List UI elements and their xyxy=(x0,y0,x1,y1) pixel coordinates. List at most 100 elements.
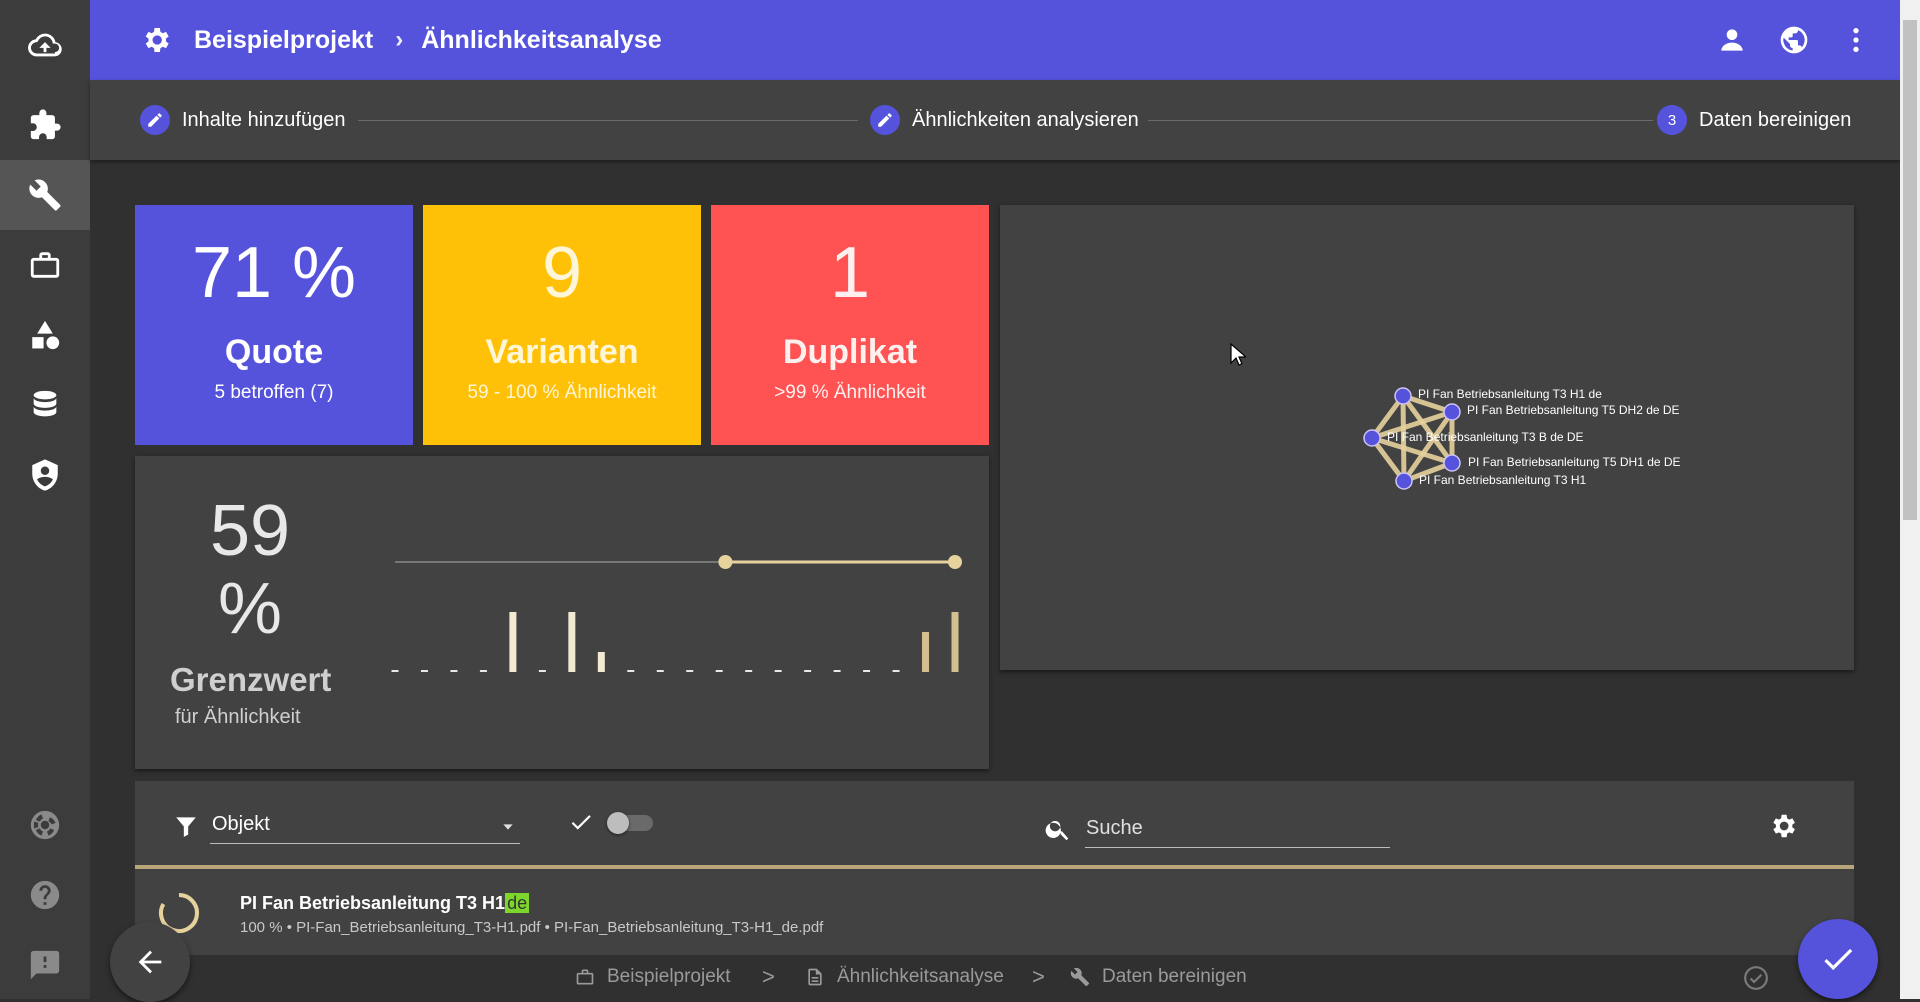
lifebuoy-icon xyxy=(30,810,60,840)
histogram-bar xyxy=(597,652,605,672)
toggle-knob xyxy=(607,812,629,834)
briefcase-icon xyxy=(576,969,594,985)
back-button[interactable] xyxy=(110,922,190,1002)
kpi-duplicates-tile[interactable]: 1 Duplikat >99 % Ähnlichkeit xyxy=(711,205,989,445)
slider-handle-max[interactable] xyxy=(948,555,962,569)
globe-icon[interactable] xyxy=(1778,24,1810,56)
sidebar-item-help[interactable] xyxy=(0,860,90,930)
histogram-bar xyxy=(656,670,664,672)
footer-crumb-separator: > xyxy=(762,964,775,989)
footer-crumb-label: Ähnlichkeitsanalyse xyxy=(837,966,1004,987)
step-add-content[interactable]: Inhalte hinzufügen xyxy=(140,80,345,160)
approved-toggle[interactable] xyxy=(607,812,653,834)
graph-node[interactable] xyxy=(1394,387,1412,405)
cloud-upload-logo-button[interactable] xyxy=(0,10,90,80)
wrench-icon xyxy=(29,179,61,211)
slider-handle-min[interactable] xyxy=(718,555,733,569)
briefcase-icon xyxy=(30,252,60,278)
graph-node-label: PI Fan Betriebsanleitung T5 DH2 de DE xyxy=(1467,403,1680,417)
footer-crumb-separator: > xyxy=(1032,964,1045,989)
list-toolbar: Objekt Suche xyxy=(135,781,1854,869)
step-clean-data[interactable]: 3 Daten bereinigen xyxy=(1657,80,1851,160)
histogram-bar xyxy=(686,670,694,672)
graph-node-label: PI Fan Betriebsanleitung T3 H1 de xyxy=(1418,387,1602,401)
footer-breadcrumb-bar: Beispielprojekt > Ähnlichkeitsanalyse > … xyxy=(90,955,1900,999)
threshold-slider-histogram[interactable] xyxy=(375,526,975,686)
graph-node-label: PI Fan Betriebsanleitung T3 B de DE xyxy=(1387,430,1584,444)
search-input[interactable]: Suche xyxy=(1085,813,1390,848)
step-analyze[interactable]: Ähnlichkeiten analysieren xyxy=(870,80,1139,160)
footer-crumb-label: Beispielprojekt xyxy=(607,966,731,987)
threshold-label: Grenzwert xyxy=(170,661,332,698)
breadcrumb-separator: › xyxy=(395,26,404,53)
threshold-sub: für Ähnlichkeit xyxy=(175,706,301,728)
stepper: Inhalte hinzufügen Ähnlichkeiten analysi… xyxy=(90,80,1900,160)
database-icon xyxy=(33,390,57,417)
kpi-label: Duplikat xyxy=(782,333,918,371)
histogram-bar xyxy=(479,670,487,672)
similarity-graph[interactable]: PI Fan Betriebsanleitung T3 H1 de PI Fan … xyxy=(1000,205,1854,670)
step-label: Ähnlichkeiten analysieren xyxy=(912,108,1139,131)
kpi-sub: 59 - 100 % Ähnlichkeit xyxy=(467,382,657,403)
document-icon xyxy=(808,968,822,986)
similarity-graph-card[interactable]: PI Fan Betriebsanleitung T3 H1 de PI Fan … xyxy=(1000,205,1854,670)
footer-crumb-analysis[interactable]: Ähnlichkeitsanalyse xyxy=(805,955,1004,999)
histogram-bar xyxy=(892,670,900,672)
list-settings-gear-icon[interactable] xyxy=(1768,811,1798,841)
help-icon xyxy=(30,880,60,910)
kpi-value: 71 % xyxy=(191,233,357,313)
arrow-left-icon xyxy=(138,950,162,974)
user-icon[interactable] xyxy=(1716,24,1748,56)
kpi-sub: 5 betroffen (7) xyxy=(214,382,334,403)
item-title-text: PI Fan Betriebsanleitung T3 H1 xyxy=(240,893,506,913)
graph-node[interactable] xyxy=(1443,454,1461,472)
sidebar-item-security[interactable] xyxy=(0,440,90,510)
step-label: Inhalte hinzufügen xyxy=(182,108,346,131)
step-number: 3 xyxy=(1657,105,1687,135)
sidebar-item-database[interactable] xyxy=(0,370,90,440)
sidebar xyxy=(0,0,90,999)
footer-crumb-project[interactable]: Beispielprojekt xyxy=(575,955,731,999)
sidebar-item-projects[interactable] xyxy=(0,230,90,300)
step-label: Daten bereinigen xyxy=(1699,108,1852,131)
histogram-bar xyxy=(951,612,959,672)
histogram-bar xyxy=(922,632,930,672)
sidebar-item-shapes[interactable] xyxy=(0,300,90,370)
histogram-bar xyxy=(774,670,782,672)
object-filter-select[interactable]: Objekt xyxy=(210,809,520,844)
kpi-label: Varianten xyxy=(485,333,639,371)
edit-icon xyxy=(140,105,170,135)
breadcrumb-project[interactable]: Beispielprojekt xyxy=(194,26,373,55)
graph-node[interactable] xyxy=(1363,429,1381,447)
sidebar-item-tools[interactable] xyxy=(0,160,90,230)
shapes-icon xyxy=(32,320,60,350)
mouse-cursor-icon xyxy=(1230,343,1246,366)
graph-node[interactable] xyxy=(1443,403,1461,421)
more-vertical-icon[interactable] xyxy=(1840,24,1872,56)
shield-user-icon xyxy=(32,459,58,491)
search-placeholder: Suche xyxy=(1086,817,1143,839)
sidebar-item-support[interactable] xyxy=(0,790,90,860)
app-header: Beispielprojekt › Ähnlichkeitsanalyse xyxy=(90,0,1900,80)
page-scrollbar[interactable] xyxy=(1900,0,1920,999)
kpi-variants-tile[interactable]: 9 Varianten 59 - 100 % Ähnlichkeit xyxy=(423,205,701,445)
item-title-highlight: de xyxy=(505,893,530,913)
feedback-icon xyxy=(30,950,60,980)
graph-node[interactable] xyxy=(1395,472,1413,490)
dropdown-arrow-icon xyxy=(503,824,513,830)
scrollbar-thumb[interactable] xyxy=(1903,20,1917,520)
footer-crumb-label: Daten bereinigen xyxy=(1102,966,1247,987)
step-connector xyxy=(358,120,858,121)
sidebar-item-plugins[interactable] xyxy=(0,90,90,160)
histogram-bar xyxy=(627,670,635,672)
graph-node-label: PI Fan Betriebsanleitung T3 H1 xyxy=(1419,473,1587,487)
settings-gear-icon[interactable] xyxy=(140,24,172,56)
confirm-button[interactable] xyxy=(1798,919,1878,999)
kpi-quote-tile: 71 % Quote 5 betroffen (7) xyxy=(135,205,413,445)
footer-crumb-clean[interactable]: Daten bereinigen xyxy=(1070,955,1247,999)
sidebar-item-feedback[interactable] xyxy=(0,930,90,1000)
histogram-bar xyxy=(509,612,517,672)
list-item[interactable]: PI Fan Betriebsanleitung T3 H1 de 100 % •… xyxy=(135,869,1854,955)
puzzle-icon xyxy=(30,109,61,140)
check-icon xyxy=(571,815,591,830)
